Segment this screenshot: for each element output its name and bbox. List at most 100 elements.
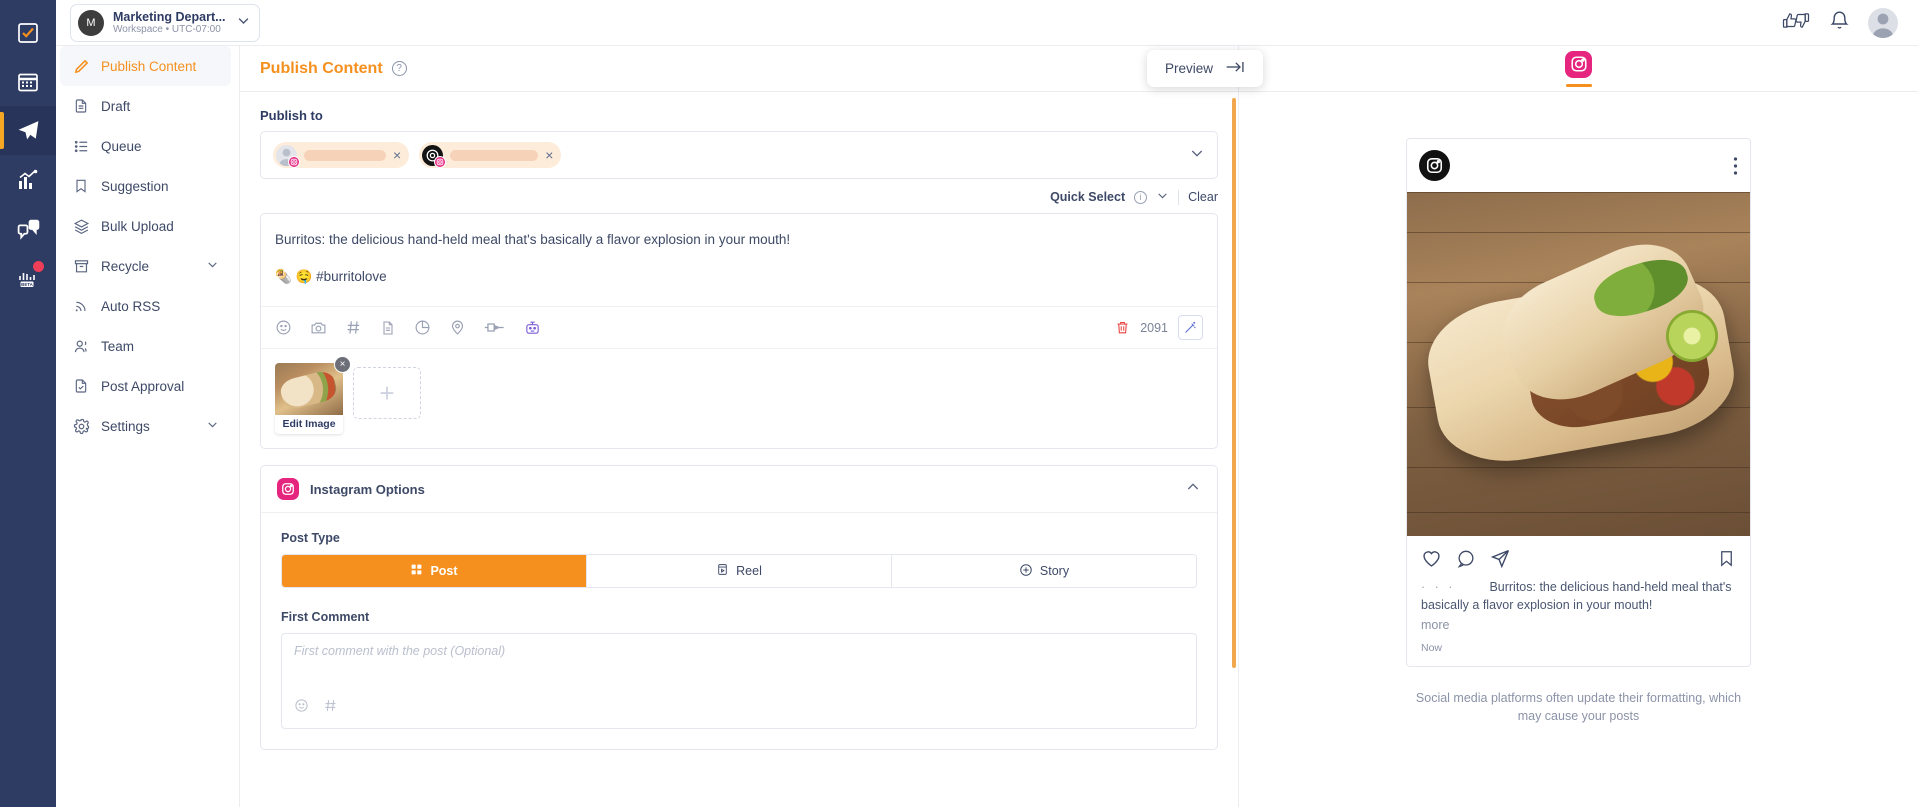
sidebar-item-label: Settings	[101, 419, 150, 434]
avatar	[422, 145, 443, 166]
remove-media-icon[interactable]: ×	[334, 356, 351, 373]
sidebar-item-post-approval[interactable]: Post Approval	[60, 366, 231, 406]
thumbs-up-down-icon[interactable]	[1781, 11, 1811, 35]
account-chip-2[interactable]: ×	[419, 142, 561, 168]
instagram-options-card: Instagram Options Post Type	[260, 465, 1218, 750]
preview-body: · · ·Burritos: the delicious hand-held m…	[1239, 92, 1918, 807]
post-type-post[interactable]: Post	[282, 555, 587, 587]
workspace-selector[interactable]: M Marketing Depart... Workspace • UTC-07…	[70, 4, 260, 42]
delete-icon[interactable]	[1115, 320, 1130, 335]
chart-icon[interactable]	[414, 319, 431, 336]
clear-button[interactable]: Clear	[1188, 190, 1218, 204]
sidebar-item-draft[interactable]: Draft	[60, 86, 231, 126]
reel-icon	[716, 563, 729, 579]
compose-icon[interactable]	[0, 8, 56, 57]
remove-chip-icon[interactable]: ×	[393, 148, 401, 162]
sidebar-item-team[interactable]: Team	[60, 326, 231, 366]
hashtag-icon[interactable]	[323, 698, 338, 718]
post-caption-text: Burritos: the delicious hand-held meal t…	[1421, 580, 1732, 612]
preview-disclaimer: Social media platforms often update thei…	[1406, 689, 1751, 725]
camera-icon[interactable]	[310, 319, 327, 336]
document-check-icon	[72, 377, 90, 395]
sidebar-item-label: Suggestion	[101, 179, 169, 194]
media-thumbnail[interactable]: × Edit Image	[275, 363, 343, 434]
inbox-icon[interactable]	[0, 204, 56, 253]
document-icon	[72, 97, 90, 115]
chevron-up-icon[interactable]	[1185, 479, 1201, 500]
publish-to-label: Publish to	[260, 108, 1218, 123]
sidebar-item-suggestion[interactable]: Suggestion	[60, 166, 231, 206]
pencil-icon	[72, 57, 90, 75]
preview-tooltip[interactable]: Preview	[1147, 50, 1263, 87]
ai-robot-icon[interactable]	[524, 319, 541, 336]
location-icon[interactable]	[449, 319, 466, 336]
instagram-badge-icon	[434, 156, 446, 168]
top-bar: M Marketing Depart... Workspace • UTC-07…	[56, 0, 1918, 46]
beta-notification-dot	[33, 261, 44, 272]
post-timestamp: Now	[1407, 632, 1750, 666]
post-type-label-story: Story	[1040, 564, 1069, 578]
people-icon	[72, 337, 90, 355]
hashtag-icon[interactable]	[345, 319, 362, 336]
post-image	[1407, 192, 1750, 536]
post-type-segmented-control: Post Reel	[281, 554, 1197, 588]
post-type-story[interactable]: Story	[892, 555, 1196, 587]
help-icon[interactable]: ?	[392, 61, 407, 76]
reports-beta-icon[interactable]: BETA	[0, 253, 56, 302]
workspace-avatar: M	[78, 10, 104, 36]
magic-wand-icon[interactable]	[1178, 315, 1203, 340]
post-menu-icon[interactable]	[1733, 156, 1738, 176]
chevron-down-icon[interactable]	[206, 258, 219, 274]
active-tab-underline	[1566, 84, 1592, 87]
first-comment-field[interactable]: First comment with the post (Optional)	[281, 633, 1197, 729]
instagram-badge-icon	[288, 156, 300, 168]
instagram-options-header[interactable]: Instagram Options	[261, 466, 1217, 513]
sidebar-item-settings[interactable]: Settings	[60, 406, 231, 446]
chevron-down-icon[interactable]	[1156, 189, 1169, 205]
workspace-name: Marketing Depart...	[113, 10, 227, 24]
app-root: BETA Publish Content Draft Queue	[0, 0, 1918, 807]
edit-image-button[interactable]: Edit Image	[275, 415, 343, 434]
plug-icon[interactable]	[484, 319, 506, 336]
heart-icon[interactable]	[1421, 548, 1442, 574]
document-icon[interactable]	[380, 320, 396, 336]
account-name-redacted	[304, 150, 386, 161]
remove-chip-icon[interactable]: ×	[545, 148, 553, 162]
editor-scrollbar[interactable]	[1232, 98, 1236, 668]
sidebar-item-publish-content[interactable]: Publish Content	[60, 46, 231, 86]
quick-select-label[interactable]: Quick Select	[1050, 190, 1125, 204]
sidebar-item-recycle[interactable]: Recycle	[60, 246, 231, 286]
caption-line-1: Burritos: the delicious hand-held meal t…	[275, 230, 1203, 251]
account-chip-1[interactable]: ×	[273, 142, 409, 168]
bookmark-icon	[72, 177, 90, 195]
arrow-right-to-bar-icon[interactable]	[1225, 60, 1245, 77]
sidebar-item-label: Recycle	[101, 259, 149, 274]
chevron-down-icon[interactable]	[206, 418, 219, 434]
sidebar-item-queue[interactable]: Queue	[60, 126, 231, 166]
sidebar-item-auto-rss[interactable]: Auto RSS	[60, 286, 231, 326]
analytics-icon[interactable]	[0, 155, 56, 204]
post-type-reel[interactable]: Reel	[587, 555, 892, 587]
calendar-icon[interactable]	[0, 57, 56, 106]
post-more-link[interactable]: more	[1407, 618, 1750, 632]
publish-to-field[interactable]: × ×	[260, 131, 1218, 179]
caption-editor[interactable]: Burritos: the delicious hand-held meal t…	[261, 214, 1217, 306]
emoji-icon[interactable]	[275, 319, 292, 336]
comment-icon[interactable]	[1456, 549, 1476, 574]
chevron-down-icon[interactable]	[1189, 145, 1205, 166]
editor-header: Publish Content ?	[240, 46, 1238, 92]
share-icon[interactable]	[1490, 548, 1511, 574]
tab-instagram[interactable]	[1565, 51, 1592, 87]
content-area: Publish Content ? Publish to	[240, 46, 1918, 807]
add-media-button[interactable]: +	[353, 367, 421, 419]
sidebar-item-bulk-upload[interactable]: Bulk Upload	[60, 206, 231, 246]
bookmark-icon[interactable]	[1717, 549, 1736, 573]
icon-rail: BETA	[0, 0, 56, 807]
publish-icon[interactable]	[0, 106, 56, 155]
info-icon[interactable]: i	[1134, 191, 1147, 204]
gear-icon	[72, 417, 90, 435]
emoji-icon[interactable]	[294, 698, 309, 718]
bell-icon[interactable]	[1829, 10, 1850, 36]
user-avatar[interactable]	[1868, 8, 1898, 38]
chevron-down-icon[interactable]	[236, 13, 251, 33]
